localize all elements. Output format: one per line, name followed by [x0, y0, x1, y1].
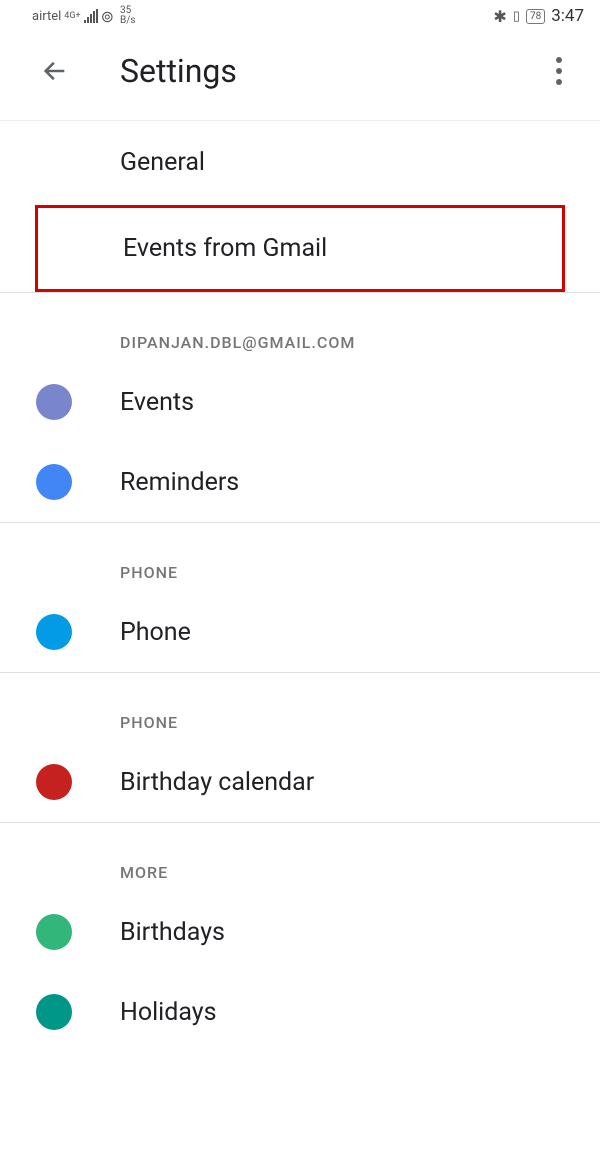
bluetooth-icon: ✱ [493, 7, 506, 26]
calendar-item[interactable]: Birthday calendar [0, 742, 600, 822]
settings-label: General [120, 148, 205, 177]
section-header: MORE [0, 823, 600, 892]
calendar-item[interactable]: Phone [0, 592, 600, 672]
calendar-item[interactable]: Reminders [0, 442, 600, 522]
calendar-color-icon [36, 764, 72, 800]
section-header: PHONE [0, 673, 600, 742]
more-menu-button[interactable] [548, 49, 570, 93]
section-header: PHONE [0, 523, 600, 592]
more-dot-icon [556, 57, 562, 63]
battery-level: 78 [530, 11, 541, 22]
more-dot-icon [556, 79, 562, 85]
calendar-label: Birthdays [120, 918, 225, 947]
settings-item-general[interactable]: General [0, 122, 600, 203]
clock: 3:47 [551, 6, 584, 26]
speed-unit: B/s [120, 16, 136, 26]
calendar-label: Phone [120, 618, 191, 647]
status-left: airtel 4G+ ⊚ 35 B/s [32, 6, 136, 26]
calendar-item[interactable]: Holidays [0, 972, 600, 1052]
vibrate-icon: ▯ [513, 9, 520, 24]
calendar-label: Reminders [120, 468, 239, 497]
calendar-color-icon [36, 914, 72, 950]
settings-item-events-gmail[interactable]: Events from Gmail [35, 205, 565, 292]
network-type: 4G+ [64, 11, 80, 21]
more-dot-icon [556, 68, 562, 74]
page-title: Settings [120, 52, 237, 90]
calendar-color-icon [36, 464, 72, 500]
calendar-label: Birthday calendar [120, 768, 314, 797]
calendar-item[interactable]: Birthdays [0, 892, 600, 972]
calendar-color-icon [36, 614, 72, 650]
carrier-label: airtel [32, 9, 61, 24]
calendar-label: Events [120, 388, 194, 417]
status-bar: airtel 4G+ ⊚ 35 B/s ✱ ▯ 78 3:47 [0, 0, 600, 32]
calendar-item[interactable]: Events [0, 362, 600, 442]
wifi-icon: ⊚ [101, 7, 114, 26]
network-speed: 35 B/s [120, 6, 136, 26]
section-header: DIPANJAN.DBL@GMAIL.COM [0, 293, 600, 362]
calendar-color-icon [36, 384, 72, 420]
calendar-label: Holidays [120, 998, 217, 1027]
battery-icon: 78 [526, 9, 545, 24]
back-button[interactable] [40, 56, 70, 86]
app-header: Settings [0, 32, 600, 121]
settings-label: Events from Gmail [123, 234, 327, 263]
signal-icon [84, 9, 98, 23]
status-right: ✱ ▯ 78 3:47 [493, 6, 584, 26]
calendar-color-icon [36, 994, 72, 1030]
